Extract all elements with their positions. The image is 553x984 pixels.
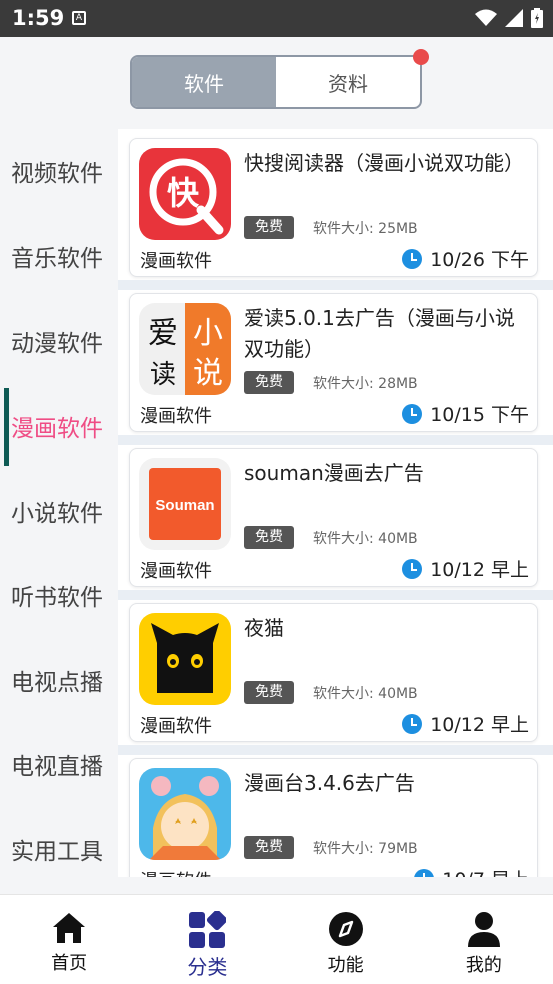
app-card[interactable]: 漫画台3.4.6去广告 免费 软件大小: 79MB 漫画软件 10/7 早上 [129, 758, 538, 877]
free-badge: 免费 [244, 371, 294, 394]
sidebar-item-video[interactable]: 视频软件 [0, 131, 118, 211]
sidebar-item-anime[interactable]: 动漫软件 [0, 301, 118, 381]
aidu-icon: 爱 读 小 说 [139, 303, 231, 395]
segmented-control: 软件 资料 [130, 55, 422, 109]
free-badge: 免费 [244, 216, 294, 239]
top-bar: 软件 资料 [0, 37, 553, 129]
clock-icon [402, 403, 423, 424]
clock-icon [414, 868, 435, 877]
app-title[interactable]: 爱读5.0.1去广告（漫画与小说双功能） [244, 303, 532, 365]
sidebar-item-music[interactable]: 音乐软件 [0, 216, 118, 296]
signal-icon [505, 9, 523, 27]
category-sidebar: 视频软件 音乐软件 动漫软件 漫画软件 小说软件 听书软件 电视点播 电视直播 … [0, 129, 118, 877]
sidebar-item-comics[interactable]: 漫画软件 [0, 386, 118, 466]
battery-icon [531, 8, 543, 28]
app-list: 快 快搜阅读器（漫画小说双功能） 免费 软件大小: 25MB 漫画软件 10/2… [118, 129, 553, 877]
nav-features-label: 功能 [327, 955, 364, 976]
kuaisou-reader-icon: 快 [139, 148, 231, 240]
svg-text:说: 说 [193, 356, 223, 391]
app-card[interactable]: Souman souman漫画去广告 免费 软件大小: 40MB 漫画软件 10… [129, 448, 538, 587]
status-icons [475, 8, 543, 28]
app-card[interactable]: 夜猫 免费 软件大小: 40MB 漫画软件 10/12 早上 [129, 603, 538, 742]
sidebar-item-novels[interactable]: 小说软件 [0, 471, 118, 551]
app-title[interactable]: 夜猫 [244, 613, 532, 644]
divider [118, 590, 553, 600]
manhuatai-icon [139, 768, 231, 860]
app-title[interactable]: 漫画台3.4.6去广告 [244, 768, 532, 799]
nav-category[interactable]: 分类 [138, 895, 276, 984]
app-category: 漫画软件 [140, 716, 212, 737]
clock-icon [402, 248, 423, 269]
app-title[interactable]: souman漫画去广告 [244, 458, 532, 489]
app-size: 软件大小: 28MB [313, 376, 418, 392]
notification-dot [413, 49, 429, 65]
nav-features[interactable]: 功能 [277, 895, 415, 984]
app-date: 10/12 早上 [402, 710, 529, 737]
category-icon [189, 911, 227, 948]
tab-resources[interactable]: 资料 [276, 57, 420, 107]
nav-category-label: 分类 [187, 955, 228, 979]
app-size: 软件大小: 40MB [313, 531, 418, 547]
app-category: 漫画软件 [140, 561, 212, 582]
sidebar-item-tv-vod[interactable]: 电视点播 [0, 640, 118, 720]
svg-text:快: 快 [167, 174, 200, 212]
free-badge: 免费 [244, 681, 294, 704]
svg-text:爱: 爱 [148, 316, 178, 351]
app-card[interactable]: 爱 读 小 说 爱读5.0.1去广告（漫画与小说双功能） 免费 软件大小: 28… [129, 293, 538, 432]
notification-icon: A [72, 11, 86, 25]
svg-text:读: 读 [150, 360, 176, 390]
sidebar-item-tools[interactable]: 实用工具 [0, 809, 118, 889]
sidebar-item-tv-live[interactable]: 电视直播 [0, 724, 118, 804]
wifi-icon [475, 9, 497, 26]
app-size: 软件大小: 40MB [313, 686, 418, 702]
nav-me-label: 我的 [465, 955, 502, 976]
clock-icon [402, 713, 423, 734]
app-date: 10/12 早上 [402, 555, 529, 582]
app-size: 软件大小: 79MB [313, 841, 418, 857]
divider [118, 280, 553, 290]
app-date: 10/15 下午 [402, 400, 529, 427]
app-card[interactable]: 快 快搜阅读器（漫画小说双功能） 免费 软件大小: 25MB 漫画软件 10/2… [129, 138, 538, 277]
user-icon [467, 912, 500, 947]
status-bar: 1:59 A [0, 0, 553, 37]
app-category: 漫画软件 [140, 251, 212, 272]
svg-text:小: 小 [193, 316, 223, 351]
sidebar-item-audiobooks[interactable]: 听书软件 [0, 555, 118, 635]
status-time: 1:59 [12, 6, 65, 30]
app-date: 10/7 早上 [414, 865, 529, 877]
souman-icon: Souman [139, 458, 231, 550]
home-icon [53, 913, 86, 943]
divider [118, 745, 553, 755]
app-date: 10/26 下午 [402, 245, 529, 272]
black-cat-icon [139, 613, 231, 705]
compass-icon [328, 912, 363, 946]
free-badge: 免费 [244, 526, 294, 549]
divider [118, 435, 553, 445]
nav-home-label: 首页 [51, 953, 88, 974]
app-category: 漫画软件 [140, 867, 212, 877]
clock-icon [402, 558, 423, 579]
app-size: 软件大小: 25MB [313, 221, 418, 237]
bottom-nav: 首页 分类 功能 我的 [0, 894, 553, 984]
app-category: 漫画软件 [140, 406, 212, 427]
tab-software[interactable]: 软件 [132, 57, 276, 107]
free-badge: 免费 [244, 836, 294, 859]
nav-me[interactable]: 我的 [415, 895, 553, 984]
app-title[interactable]: 快搜阅读器（漫画小说双功能） [244, 148, 532, 179]
svg-text:Souman: Souman [155, 497, 214, 514]
nav-home[interactable]: 首页 [0, 895, 138, 984]
